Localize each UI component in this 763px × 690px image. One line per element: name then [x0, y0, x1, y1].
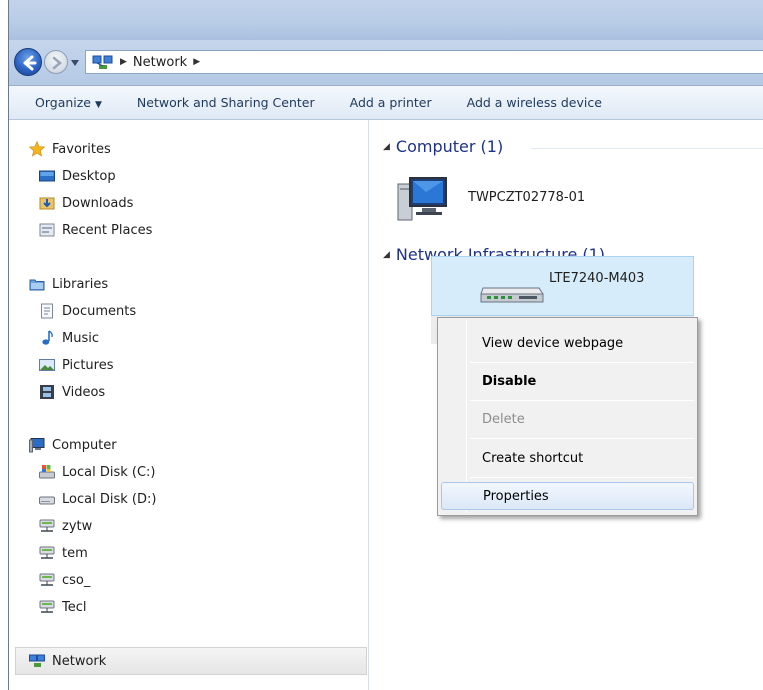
back-arrow-icon	[23, 55, 37, 71]
breadcrumb-separator-icon[interactable]: ▶	[120, 57, 127, 67]
menu-item-properties[interactable]: Properties	[441, 482, 694, 510]
breadcrumb-network[interactable]: Network	[133, 55, 187, 70]
nav-network-drive-2[interactable]: tem	[39, 542, 88, 564]
context-menu: View device webpage Disable Delete Creat…	[437, 317, 698, 516]
device-name[interactable]: LTE7240-M403	[549, 271, 644, 286]
network-icon	[29, 654, 45, 667]
nav-network[interactable]: Network	[29, 650, 106, 672]
nav-documents-label: Documents	[62, 303, 137, 319]
add-printer-button[interactable]: Add a printer	[350, 95, 432, 110]
nav-local-disk-d-label: Local Disk (D:)	[62, 491, 157, 507]
libraries-icon	[29, 279, 45, 291]
nav-pictures-label: Pictures	[62, 357, 114, 373]
downloads-folder-icon	[39, 197, 55, 210]
navigation-pane: Favorites Desktop Downloads Recent Place…	[9, 120, 369, 690]
menu-item-disable[interactable]: Disable	[441, 367, 694, 395]
nav-videos-label: Videos	[62, 384, 106, 400]
recent-pages-dropdown-icon[interactable]	[71, 60, 79, 66]
nav-music[interactable]: Music	[39, 327, 99, 349]
recent-places-icon	[39, 223, 55, 237]
hard-drive-icon	[39, 496, 55, 505]
forward-arrow-icon	[52, 56, 62, 70]
back-button[interactable]	[14, 48, 42, 76]
nav-pictures[interactable]: Pictures	[39, 354, 113, 376]
computer-icon	[29, 438, 45, 453]
menu-separator	[470, 477, 694, 478]
star-icon	[29, 141, 45, 157]
desktop-icon	[39, 170, 55, 182]
nav-desktop-label: Desktop	[62, 168, 116, 184]
organize-button[interactable]: Organize ▼	[35, 95, 102, 110]
title-bar	[9, 0, 763, 40]
nav-downloads-label: Downloads	[62, 195, 134, 211]
nav-documents[interactable]: Documents	[39, 300, 136, 322]
group-header-computer[interactable]: ◢ Computer (1)	[383, 137, 503, 156]
music-note-icon	[42, 330, 53, 345]
nav-network-label: Network	[52, 653, 107, 669]
add-wireless-device-button[interactable]: Add a wireless device	[467, 95, 602, 110]
nav-desktop[interactable]: Desktop	[39, 165, 116, 187]
organize-label: Organize	[35, 95, 91, 110]
network-sharing-center-button[interactable]: Network and Sharing Center	[137, 95, 315, 110]
collapse-triangle-icon[interactable]: ◢	[383, 250, 390, 260]
network-icon	[92, 55, 113, 69]
nav-network-drive-4-label: Tecl	[62, 599, 87, 615]
network-drive-icon	[39, 546, 55, 559]
windows-drive-icon	[39, 465, 55, 479]
menu-separator	[470, 362, 694, 363]
menu-item-view-device-webpage[interactable]: View device webpage	[441, 329, 694, 357]
network-drive-icon	[39, 600, 55, 613]
nav-computer-label: Computer	[52, 437, 117, 453]
nav-recent-places[interactable]: Recent Places	[39, 219, 152, 241]
breadcrumb-separator-icon[interactable]: ▶	[193, 57, 200, 67]
group-divider	[531, 148, 763, 149]
nav-network-drive-2-label: tem	[62, 545, 88, 561]
forward-button[interactable]	[44, 50, 68, 74]
menu-item-create-shortcut[interactable]: Create shortcut	[441, 444, 694, 472]
computer-icon[interactable]	[396, 172, 448, 224]
nav-libraries[interactable]: Libraries	[29, 273, 108, 295]
menu-separator	[470, 438, 694, 439]
nav-computer[interactable]: Computer	[29, 434, 117, 456]
nav-favorites-label: Favorites	[52, 141, 111, 157]
nav-local-disk-d[interactable]: Local Disk (D:)	[39, 488, 156, 510]
menu-item-delete: Delete	[482, 411, 525, 427]
nav-network-drive-3-label: cso_	[62, 572, 91, 588]
nav-local-disk-c-label: Local Disk (C:)	[62, 464, 156, 480]
pictures-icon	[39, 359, 55, 371]
chevron-down-icon: ▼	[95, 100, 102, 110]
nav-downloads[interactable]: Downloads	[39, 192, 133, 214]
nav-videos[interactable]: Videos	[39, 381, 105, 403]
nav-libraries-label: Libraries	[52, 276, 109, 292]
network-drive-icon	[39, 519, 55, 532]
selected-device-tile[interactable]	[431, 256, 694, 316]
command-bar: Organize ▼ Network and Sharing Center Add…	[9, 86, 763, 120]
router-device-icon[interactable]	[479, 282, 545, 308]
nav-recent-places-label: Recent Places	[62, 222, 153, 238]
nav-music-label: Music	[62, 330, 99, 346]
videos-film-icon	[40, 385, 54, 399]
collapse-triangle-icon[interactable]: ◢	[383, 142, 390, 152]
address-bar[interactable]: ▶ Network ▶	[85, 50, 763, 74]
group-computer-label: Computer (1)	[395, 137, 504, 156]
documents-icon	[41, 303, 53, 319]
nav-local-disk-c[interactable]: Local Disk (C:)	[39, 461, 155, 483]
nav-network-drive-3[interactable]: cso_	[39, 569, 90, 591]
computer-name[interactable]: TWPCZT02778-01	[468, 190, 585, 205]
nav-favorites[interactable]: Favorites	[29, 138, 111, 160]
nav-network-drive-1[interactable]: zytw	[39, 515, 92, 537]
nav-network-drive-1-label: zytw	[62, 518, 93, 534]
network-drive-icon	[39, 573, 55, 586]
nav-network-drive-4[interactable]: Tecl	[39, 596, 87, 618]
explorer-window: ▶ Network ▶ Organize ▼ Network and Sharin…	[8, 0, 763, 690]
menu-separator	[470, 400, 694, 401]
address-row: ▶ Network ▶	[9, 40, 763, 86]
